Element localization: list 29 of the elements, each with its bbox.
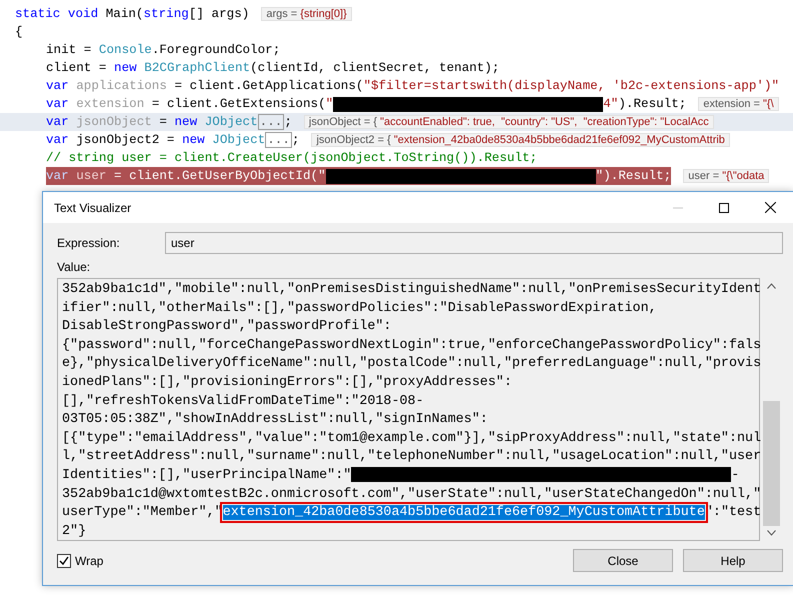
value-text-area[interactable]: 352ab9ba1c1d","mobile":null,"onPremisesDistinguishedName":null,"onPremisesSecurityIdent ifier":null,"otherMails":[],"passwordPolicies":"DisablePasswordExpiration, DisableStrongPassword","passwordProfile": {"password":null,"forceChangePasswordNextLogin":true,"enforceChangePasswordPolicy":fals e},"physicalDeliveryOfficeName":null,"postalCode":null,"preferredLanguage":null,"provis ionedPlans":[],"provisioningErrors":[],"proxyAddresses": [],"refreshTokensValidFromDateTime":"2018-08- 03T05:05:38Z","showInAddressList":null,"signInNames": [{"type":"emailAddress","value":"tom1@example.com"}],"sipProxyAddress":null,"state":nul l,"streetAddress":null,"surname":null,"telephoneNumber":null,"usageLocation":null,"user Identities":[],"userPrincipalName":" - 352ab9ba1c1d@wxtomtestB2c.onmicrosoft.com","userState":null,"userStateChangedOn":null," userType":"Member","extension_42ba0de8530a4b5bbe6dad21fe6ef092_MyCustomAttribute":"test 2"} bbox=[57, 278, 760, 541]
code-line: init = Console.ForegroundColor; bbox=[46, 42, 280, 59]
code-line: var applications = client.GetApplications("$filter=startswith(displayName, 'b2c-extensions-app')" bbox=[46, 78, 780, 95]
value-label: Value: bbox=[57, 260, 90, 274]
selected-text: extension_42ba0de8530a4b5bbe6dad21fe6ef092_MyCustomAttribute bbox=[222, 505, 705, 520]
checkmark-icon bbox=[59, 556, 69, 566]
data-tip[interactable]: args = {string[0]} bbox=[261, 7, 352, 21]
code-line: static void Main(string[] args) bbox=[15, 6, 250, 23]
data-tip[interactable]: jsonObject2 = { "extension_42ba0de8530a4b5bbe6dad21fe6ef092_MyCustomAttrib bbox=[311, 133, 730, 147]
maximize-icon bbox=[719, 202, 729, 212]
data-tip[interactable]: jsonObject = { "accountEnabled": true, "country": "US", "creationType": "LocalAcc bbox=[304, 115, 714, 129]
code-line: // string user = client.CreateUser(jsonObject.ToString()).Result; bbox=[46, 150, 538, 167]
expression-field[interactable]: user bbox=[165, 232, 783, 254]
code-line: var jsonObject2 = new JObject...; bbox=[46, 131, 300, 149]
scroll-up-icon[interactable] bbox=[767, 283, 776, 289]
scroll-down-icon[interactable] bbox=[767, 530, 776, 536]
code-line: client = new B2CGraphClient(clientId, clientSecret, tenant); bbox=[46, 60, 500, 77]
help-button[interactable]: Help bbox=[683, 549, 783, 572]
dialog-title: Text Visualizer bbox=[54, 200, 132, 214]
close-icon bbox=[764, 202, 776, 213]
code-line: { bbox=[15, 24, 23, 41]
expression-label: Expression: bbox=[57, 236, 121, 250]
code-line: var jsonObject = new JObject...; bbox=[46, 113, 292, 131]
code-line: var extension = client.GetExtensions(" 4").Result; bbox=[46, 96, 686, 113]
data-tip[interactable]: extension = "{\ bbox=[698, 97, 779, 111]
data-tip[interactable]: user = "{\"odata bbox=[683, 169, 770, 183]
scroll-thumb[interactable] bbox=[763, 401, 780, 526]
close-dialog-button[interactable]: Close bbox=[573, 549, 673, 572]
wrap-checkbox[interactable]: Wrap bbox=[57, 554, 563, 568]
